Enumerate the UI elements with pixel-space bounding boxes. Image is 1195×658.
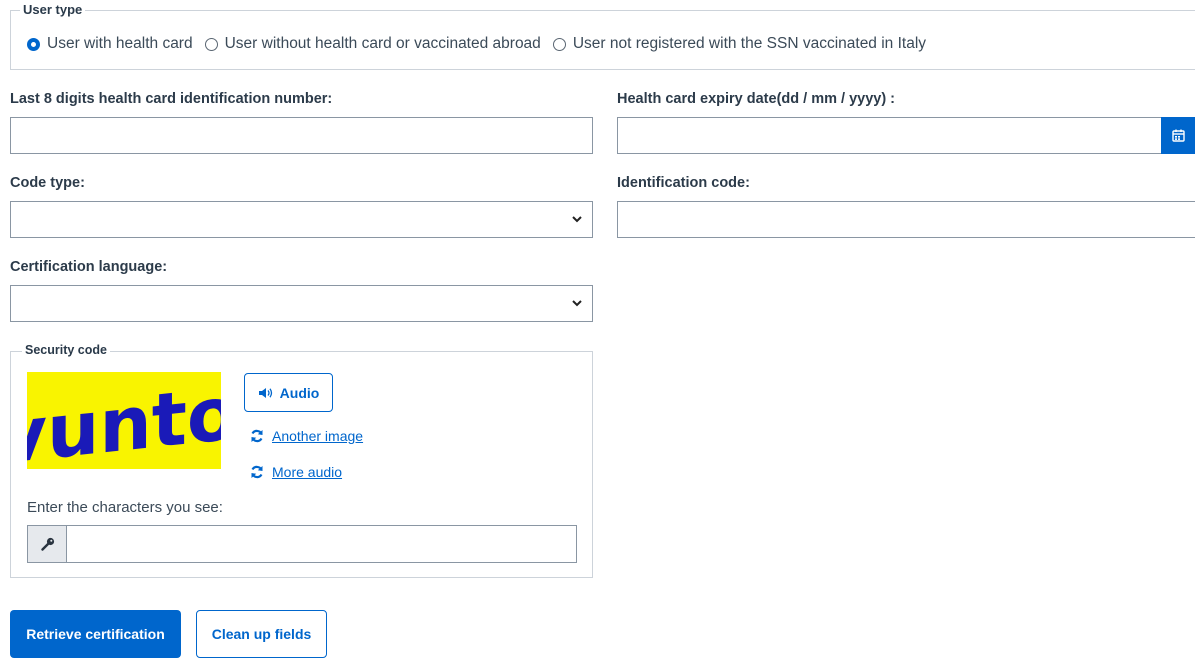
retrieve-certification-label: Retrieve certification — [26, 626, 165, 642]
card-number-label: Last 8 digits health card identification… — [10, 91, 333, 107]
audio-button[interactable]: Audio — [244, 373, 333, 412]
captcha-input[interactable] — [66, 525, 577, 563]
radio-button[interactable] — [204, 37, 218, 51]
security-code-legend: Security code — [22, 343, 110, 357]
refresh-icon — [251, 429, 263, 443]
key-icon — [40, 537, 54, 551]
radio-user-not-registered[interactable]: User not registered with the SSN vaccina… — [552, 35, 927, 53]
more-audio-link[interactable]: More audio — [272, 464, 342, 480]
radio-label: User without health card or vaccinated a… — [224, 35, 541, 52]
key-addon — [27, 525, 67, 563]
radio-user-without-health-card[interactable]: User without health card or vaccinated a… — [204, 35, 541, 53]
refresh-icon — [251, 465, 263, 479]
captcha-text: vunto — [27, 372, 221, 469]
radio-button-checked[interactable] — [27, 37, 40, 51]
expiry-date-input[interactable] — [617, 117, 1162, 154]
radio-user-with-health-card[interactable]: User with health card — [27, 35, 193, 53]
speaker-icon — [258, 387, 272, 398]
calendar-button[interactable] — [1161, 117, 1195, 154]
clean-up-fields-label: Clean up fields — [211, 626, 312, 642]
identification-code-input[interactable] — [617, 201, 1195, 238]
expiry-date-label: Health card expiry date(dd / mm / yyyy) … — [617, 91, 896, 107]
certification-language-select[interactable] — [10, 285, 593, 322]
code-type-select[interactable] — [10, 201, 593, 238]
captcha-graphic: vunto — [27, 372, 221, 469]
chevron-down-icon — [572, 300, 582, 307]
captcha-image: vunto — [27, 372, 221, 469]
user-type-legend: User type — [20, 2, 86, 17]
radio-label: User with health card — [47, 35, 193, 52]
calendar-icon — [1171, 129, 1185, 142]
user-type-radio-group: User with health card User without healt… — [27, 35, 938, 53]
card-number-input[interactable] — [10, 117, 593, 154]
another-image-link[interactable]: Another image — [272, 428, 363, 444]
audio-button-label: Audio — [279, 384, 320, 401]
identification-code-label: Identification code: — [617, 175, 750, 191]
radio-label: User not registered with the SSN vaccina… — [572, 35, 927, 52]
certification-language-label: Certification language: — [10, 259, 168, 275]
more-audio-link-row: More audio — [250, 464, 342, 480]
captcha-instruction-label: Enter the characters you see: — [27, 499, 223, 516]
radio-button[interactable] — [552, 37, 566, 51]
another-image-link-row: Another image — [250, 428, 363, 444]
chevron-down-icon — [572, 216, 582, 223]
code-type-label: Code type: — [10, 175, 85, 191]
